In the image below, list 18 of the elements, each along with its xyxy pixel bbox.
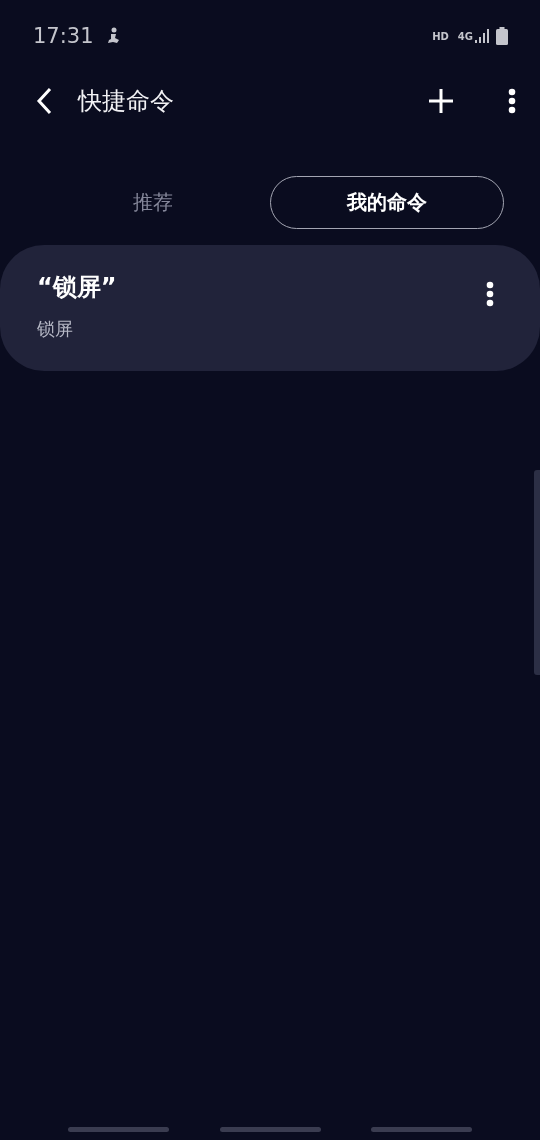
hd-indicator: HD [432, 30, 449, 42]
battery-icon [496, 27, 508, 45]
status-time: 17:31 [33, 24, 94, 48]
plus-icon [428, 88, 454, 114]
network-type: 4G [457, 30, 473, 42]
accessibility-icon [105, 27, 122, 45]
command-card[interactable]: “锁屏” 锁屏 [0, 245, 540, 371]
nav-bar-handle[interactable] [371, 1127, 472, 1132]
signal-icon [475, 29, 491, 43]
more-icon [486, 281, 494, 307]
more-icon [508, 88, 516, 114]
nav-bar-handle[interactable] [219, 1127, 321, 1132]
tab[interactable]: 推荐 [36, 176, 270, 229]
command-action: 锁屏 [37, 317, 74, 341]
page-title: 快捷命令 [78, 86, 175, 117]
back-icon [36, 87, 52, 115]
nav-bar-handle[interactable] [68, 1127, 169, 1132]
command-title: “锁屏” [37, 272, 118, 303]
